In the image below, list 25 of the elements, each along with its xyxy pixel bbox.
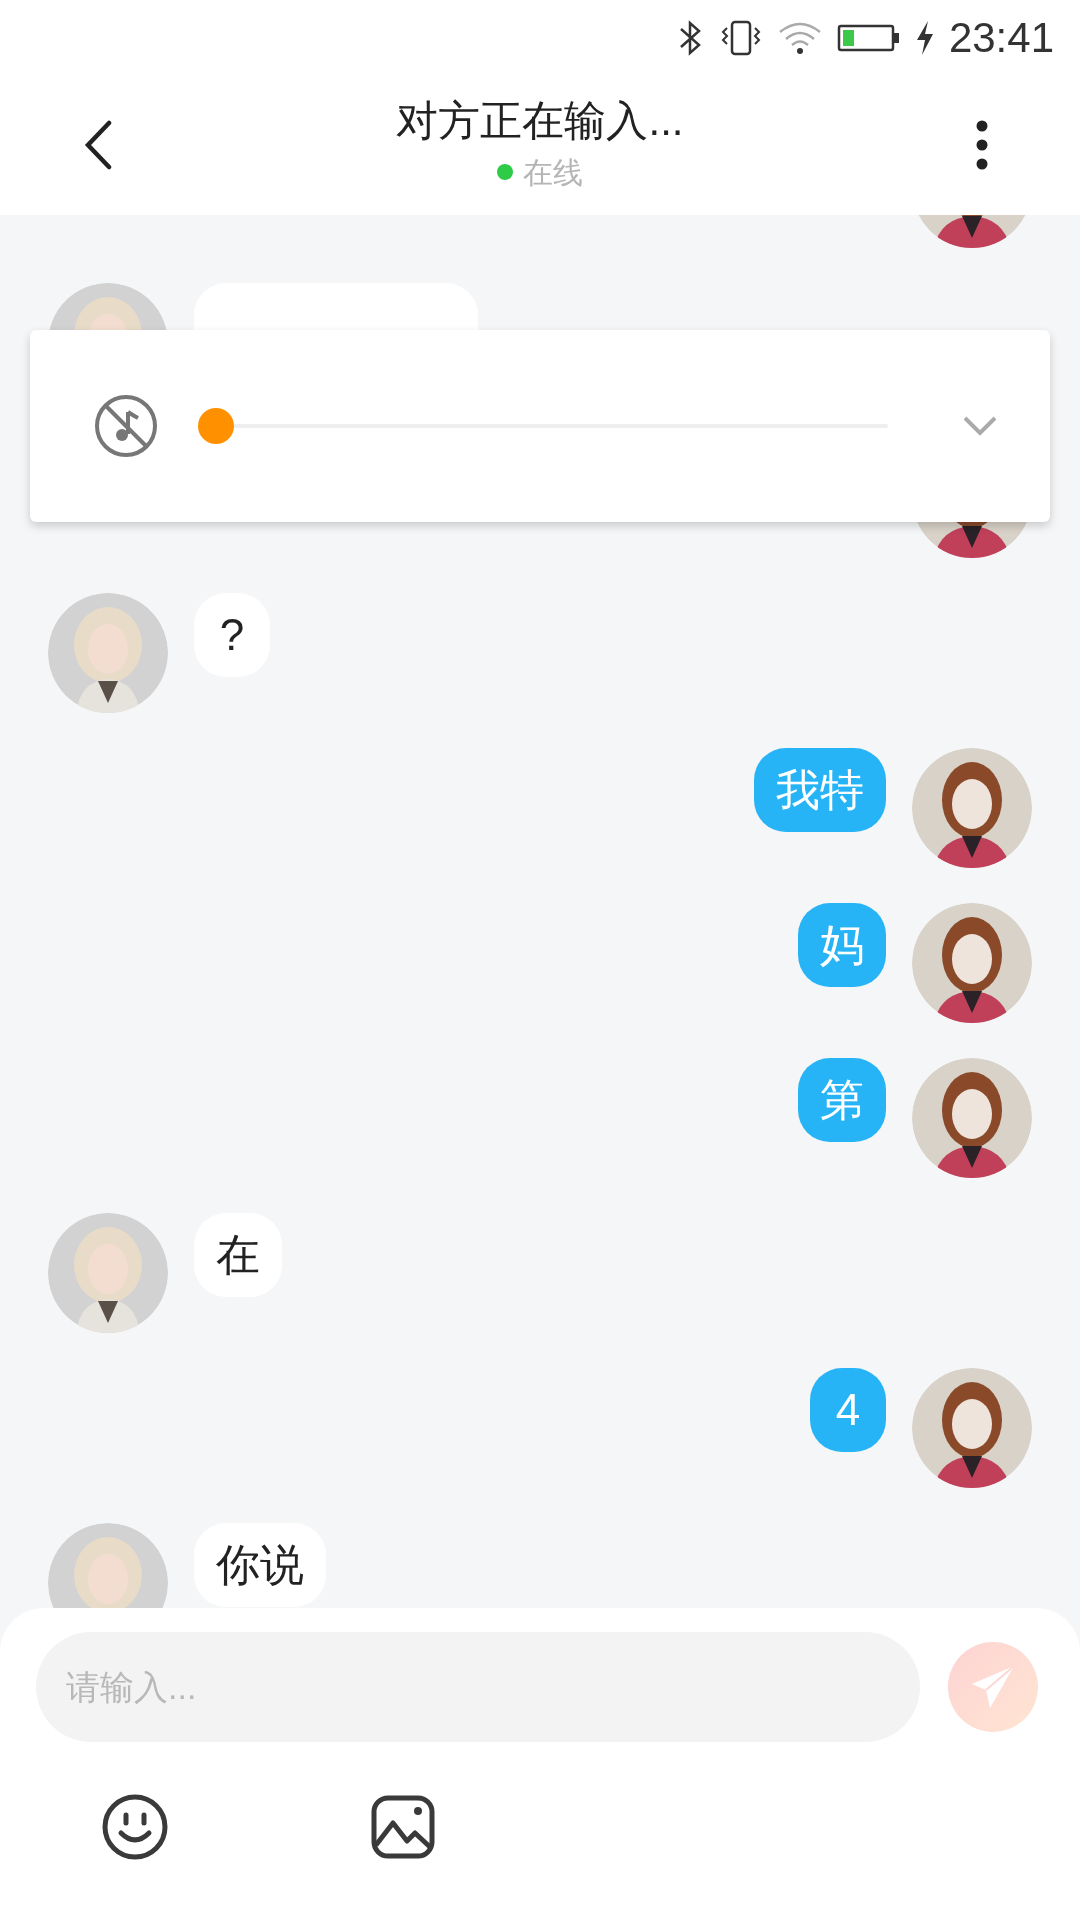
online-status: 在线 [523, 154, 583, 191]
message-bubble: ? [194, 593, 270, 677]
image-icon [371, 1795, 435, 1859]
battery-icon [836, 22, 901, 53]
send-icon [970, 1664, 1016, 1710]
chat-title: 对方正在输入... [396, 96, 684, 147]
message-bubble: 4 [810, 1368, 886, 1452]
music-toggle[interactable] [94, 394, 158, 458]
message-bubble: 妈 [798, 903, 886, 987]
clock-time: 23:41 [948, 16, 1054, 59]
smiley-icon [101, 1793, 169, 1861]
message-bubble: 第 [798, 1058, 886, 1142]
message-bubble: 在 [194, 1213, 282, 1297]
message-input[interactable]: 请输入... [36, 1632, 920, 1742]
message-bubble: 我特 [754, 748, 886, 832]
back-icon [83, 120, 113, 170]
charging-icon [914, 19, 935, 56]
image-button[interactable] [370, 1794, 436, 1860]
more-icon [975, 120, 989, 170]
slider-thumb[interactable] [198, 408, 234, 444]
music-off-icon [94, 394, 158, 458]
message-bubble: 你说 [194, 1523, 326, 1607]
progress-slider[interactable] [198, 408, 888, 444]
chevron-down-icon [962, 415, 998, 437]
emoji-button[interactable] [100, 1792, 170, 1862]
